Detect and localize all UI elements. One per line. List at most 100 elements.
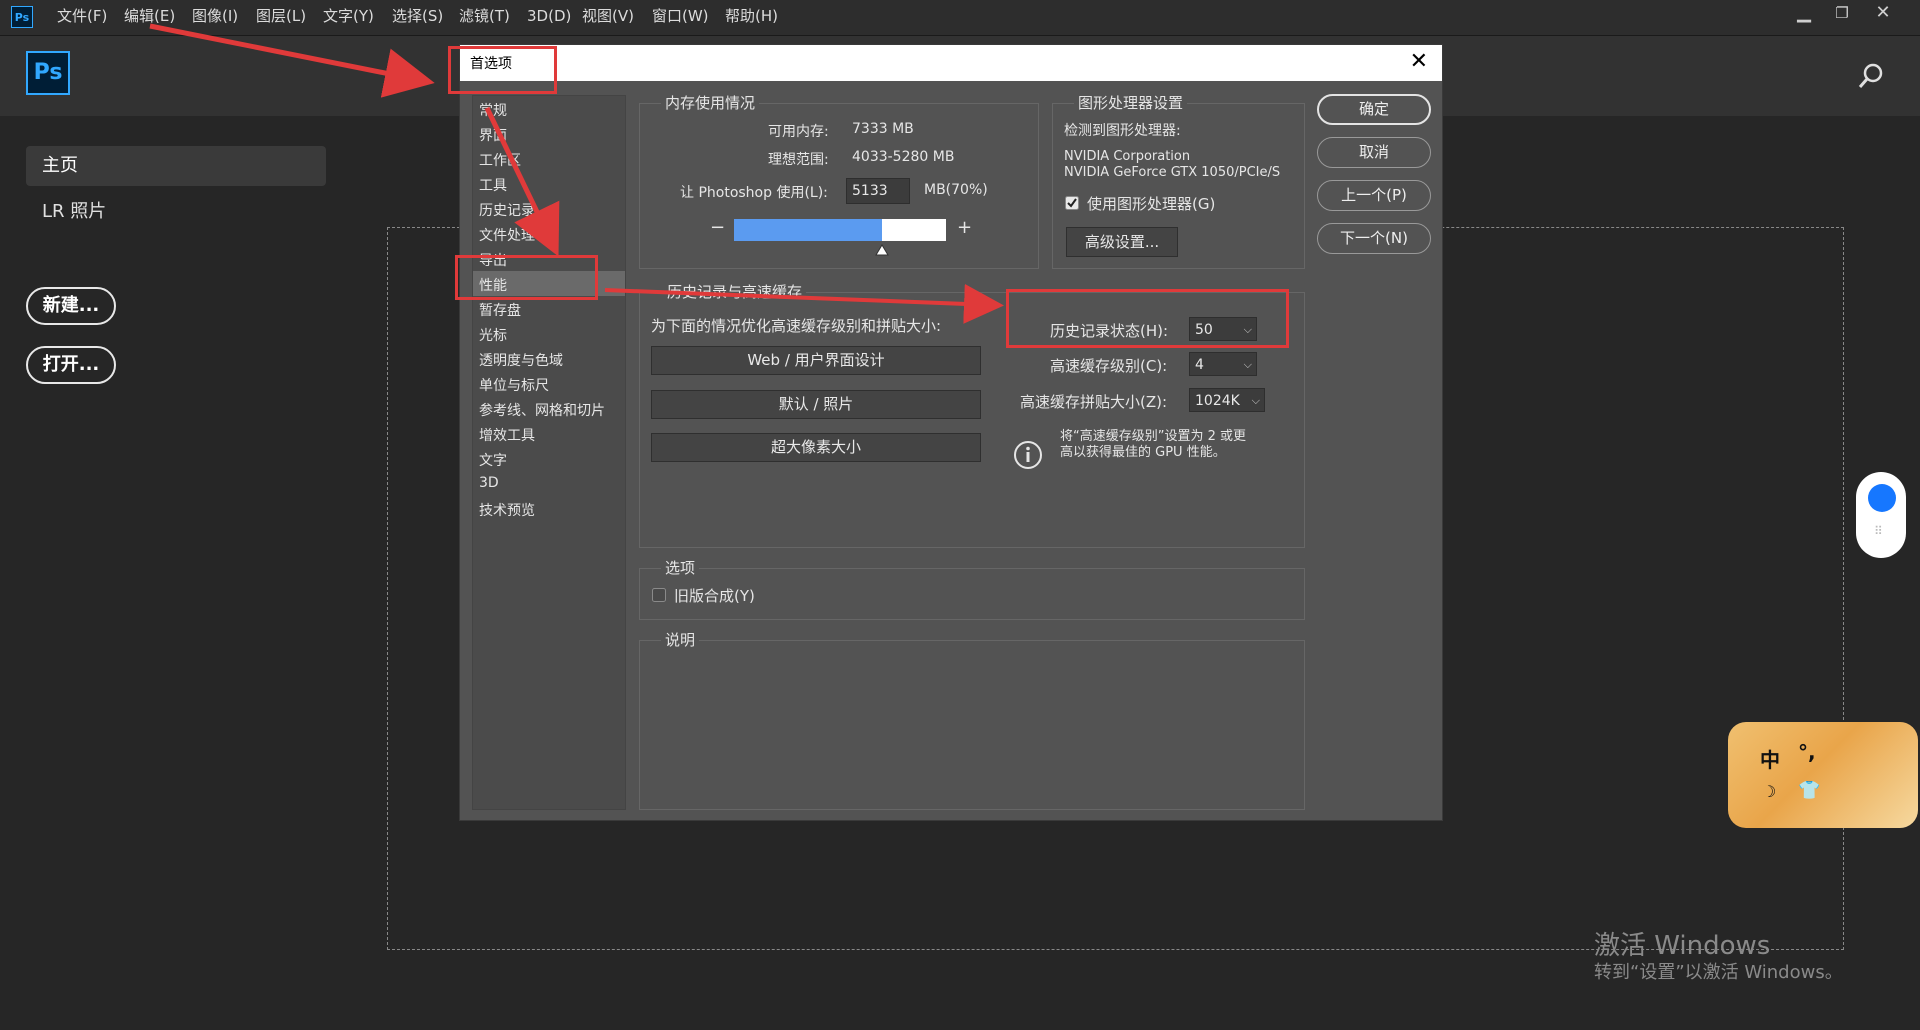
- available-memory-label: 可用内存:: [768, 124, 829, 140]
- dialog-title: 首选项: [470, 56, 512, 72]
- category-file-handling[interactable]: 文件处理: [479, 225, 535, 245]
- sidebar-item-home[interactable]: 主页: [26, 146, 326, 186]
- category-cursors[interactable]: 光标: [479, 325, 507, 345]
- menu-filter[interactable]: 滤镜(T): [459, 0, 510, 35]
- menu-file[interactable]: 文件(F): [57, 0, 107, 35]
- preferences-dialog: 首选项 ✕ 常规 界面 工作区 工具 历史记录 文件处理 导出 性能 暂存盘 光…: [459, 44, 1443, 821]
- gpu-vendor: NVIDIA Corporation: [1064, 149, 1191, 164]
- category-scratch-disks[interactable]: 暂存盘: [479, 300, 521, 320]
- menu-help[interactable]: 帮助(H): [725, 0, 778, 35]
- cache-levels-label: 高速缓存级别(C):: [1050, 357, 1168, 375]
- cache-levels-dropdown[interactable]: 4 ⌵: [1189, 352, 1257, 376]
- dialog-close-icon[interactable]: ✕: [1410, 49, 1428, 74]
- use-gpu-checkbox[interactable]: [1065, 196, 1079, 210]
- activate-windows-title: 激活 Windows: [1594, 931, 1771, 961]
- memory-percent-label: MB(70%): [924, 182, 988, 198]
- history-cache-title: 历史记录与高速缓存: [663, 281, 807, 302]
- previous-button[interactable]: 上一个(P): [1317, 180, 1431, 211]
- gpu-detected-label: 检测到图形处理器:: [1064, 123, 1181, 139]
- drag-handle-icon[interactable]: ⠿: [1874, 524, 1883, 538]
- gpu-model: NVIDIA GeForce GTX 1050/PCIe/S: [1064, 165, 1281, 180]
- chevron-down-icon: ⌵: [1251, 394, 1260, 407]
- gpu-advanced-settings-button[interactable]: 高级设置...: [1066, 227, 1178, 257]
- restore-icon[interactable]: ❐: [1825, 0, 1859, 35]
- cancel-button[interactable]: 取消: [1317, 137, 1431, 168]
- menu-type[interactable]: 文字(Y): [323, 0, 374, 35]
- history-states-value: 50: [1195, 322, 1213, 338]
- close-icon[interactable]: ✕: [1866, 0, 1900, 35]
- cache-levels-value: 4: [1195, 357, 1204, 373]
- available-memory-value: 7333 MB: [852, 121, 914, 137]
- memory-slider-thumb[interactable]: [875, 244, 889, 256]
- memory-slider-fill: [734, 219, 882, 241]
- open-button[interactable]: 打开...: [26, 346, 116, 384]
- category-performance[interactable]: 性能: [479, 275, 507, 295]
- ok-button[interactable]: 确定: [1317, 94, 1431, 125]
- ime-halfwidth-toggle[interactable]: ☽: [1762, 782, 1776, 801]
- description-title: 说明: [661, 629, 700, 650]
- memory-increase-button[interactable]: +: [957, 217, 972, 238]
- info-icon: [1014, 441, 1042, 469]
- preset-web-ui-button[interactable]: Web / 用户界面设计: [651, 346, 981, 375]
- cache-tile-size-dropdown[interactable]: 1024K ⌵: [1189, 388, 1265, 412]
- ime-skin-icon[interactable]: 👕: [1798, 780, 1820, 801]
- menu-bar: Ps 文件(F) 编辑(E) 图像(I) 图层(L) 文字(Y) 选择(S) 滤…: [0, 0, 1920, 36]
- category-type[interactable]: 文字: [479, 450, 507, 470]
- legacy-compositing-label: 旧版合成(Y): [674, 587, 755, 605]
- photoshop-memory-label: 让 Photoshop 使用(L):: [680, 185, 828, 201]
- menu-image[interactable]: 图像(I): [192, 0, 238, 35]
- next-button[interactable]: 下一个(N): [1317, 223, 1431, 254]
- photoshop-app-icon: Ps: [11, 6, 33, 28]
- category-technology-previews[interactable]: 技术预览: [479, 500, 535, 520]
- gpu-cache-tip-line2: 高以获得最佳的 GPU 性能。: [1060, 445, 1226, 460]
- search-icon[interactable]: [1858, 62, 1886, 90]
- cache-tile-size-value: 1024K: [1195, 393, 1240, 409]
- category-plugins[interactable]: 增效工具: [479, 425, 535, 445]
- use-gpu-label: 使用图形处理器(G): [1087, 195, 1216, 213]
- history-states-dropdown[interactable]: 50 ⌵: [1189, 317, 1257, 341]
- category-3d[interactable]: 3D: [479, 475, 499, 491]
- ime-language-toggle[interactable]: 中: [1760, 744, 1780, 773]
- category-transparency-gamut[interactable]: 透明度与色域: [479, 350, 563, 370]
- menu-layer[interactable]: 图层(L): [256, 0, 306, 35]
- history-states-label: 历史记录状态(H):: [1050, 322, 1169, 340]
- memory-usage-title: 内存使用情况: [661, 92, 760, 113]
- ime-toolbar[interactable]: 中 °, ☽ 👕: [1728, 722, 1918, 828]
- ideal-range-label: 理想范围:: [768, 152, 829, 168]
- legacy-compositing-checkbox[interactable]: [652, 588, 666, 602]
- menu-window[interactable]: 窗口(W): [652, 0, 709, 35]
- options-title: 选项: [661, 557, 700, 578]
- minimize-icon[interactable]: ▁: [1787, 0, 1821, 35]
- dialog-titlebar: 首选项 ✕: [460, 45, 1442, 81]
- category-workspace[interactable]: 工作区: [479, 150, 521, 170]
- menu-select[interactable]: 选择(S): [392, 0, 443, 35]
- assistant-icon[interactable]: [1868, 484, 1896, 512]
- ime-punctuation-toggle[interactable]: °,: [1798, 740, 1816, 764]
- menu-3d[interactable]: 3D(D): [527, 0, 571, 35]
- new-button[interactable]: 新建...: [26, 287, 116, 325]
- sidebar-item-lr-photos[interactable]: LR 照片: [26, 192, 326, 232]
- photoshop-memory-input[interactable]: 5133: [846, 178, 910, 204]
- category-general[interactable]: 常规: [479, 100, 507, 120]
- category-guides-grid-slices[interactable]: 参考线、网格和切片: [479, 400, 605, 420]
- category-export[interactable]: 导出: [479, 250, 507, 270]
- cache-tile-size-label: 高速缓存拼贴大小(Z):: [1020, 393, 1168, 411]
- cache-optimize-label: 为下面的情况优化高速缓存级别和拼贴大小:: [651, 317, 942, 335]
- menu-edit[interactable]: 编辑(E): [124, 0, 175, 35]
- category-history[interactable]: 历史记录: [479, 200, 535, 220]
- category-tools[interactable]: 工具: [479, 175, 507, 195]
- preset-default-photos-button[interactable]: 默认 / 照片: [651, 390, 981, 419]
- chevron-down-icon: ⌵: [1243, 323, 1252, 336]
- chevron-down-icon: ⌵: [1243, 358, 1252, 371]
- photoshop-logo: Ps: [26, 51, 70, 95]
- description-group: [639, 640, 1305, 810]
- memory-slider-track[interactable]: [734, 219, 946, 241]
- floating-assistant-widget[interactable]: ⠿: [1856, 472, 1906, 558]
- menu-view[interactable]: 视图(V): [582, 0, 634, 35]
- memory-decrease-button[interactable]: −: [710, 217, 725, 238]
- ideal-range-value: 4033-5280 MB: [852, 149, 955, 165]
- preferences-category-list: 常规 界面 工作区 工具 历史记录 文件处理 导出 性能 暂存盘 光标 透明度与…: [472, 95, 626, 810]
- preset-huge-pixel-button[interactable]: 超大像素大小: [651, 433, 981, 462]
- category-units-rulers[interactable]: 单位与标尺: [479, 375, 549, 395]
- category-interface[interactable]: 界面: [479, 125, 507, 145]
